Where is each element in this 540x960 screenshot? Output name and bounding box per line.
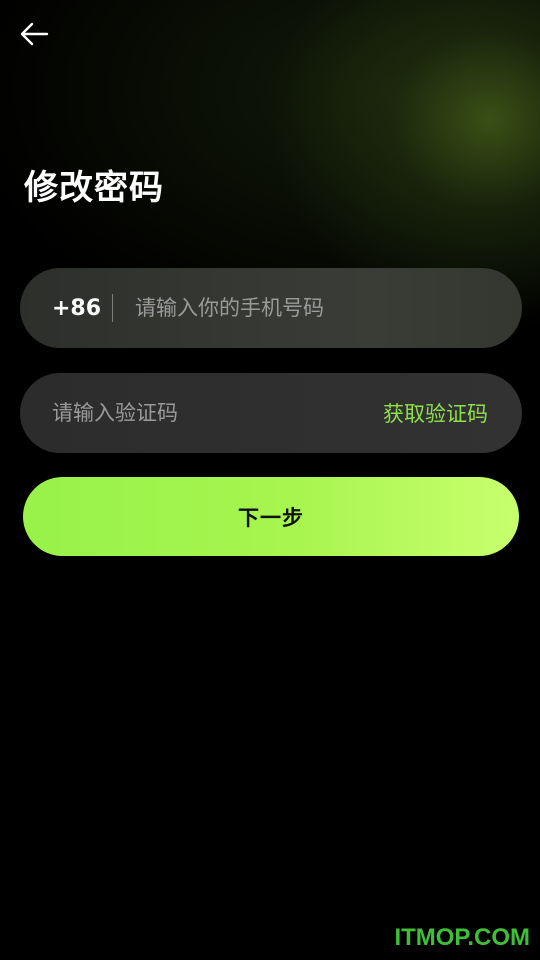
get-code-button[interactable]: 获取验证码 — [383, 398, 488, 428]
phone-input[interactable] — [135, 296, 475, 320]
next-button[interactable]: 下一步 — [23, 477, 519, 556]
page-title: 修改密码 — [24, 168, 164, 208]
verification-code-field[interactable]: 获取验证码 — [20, 373, 522, 453]
arrow-left-icon — [20, 22, 49, 46]
field-divider — [112, 294, 113, 322]
change-password-screen: 修改密码 +86 获取验证码 下一步 ITMOP.COM — [0, 0, 540, 960]
verification-code-input[interactable] — [52, 401, 352, 425]
back-button[interactable] — [14, 16, 54, 52]
phone-field[interactable]: +86 — [20, 268, 522, 348]
country-code[interactable]: +86 — [52, 296, 112, 321]
watermark: ITMOP.COM — [394, 924, 530, 951]
